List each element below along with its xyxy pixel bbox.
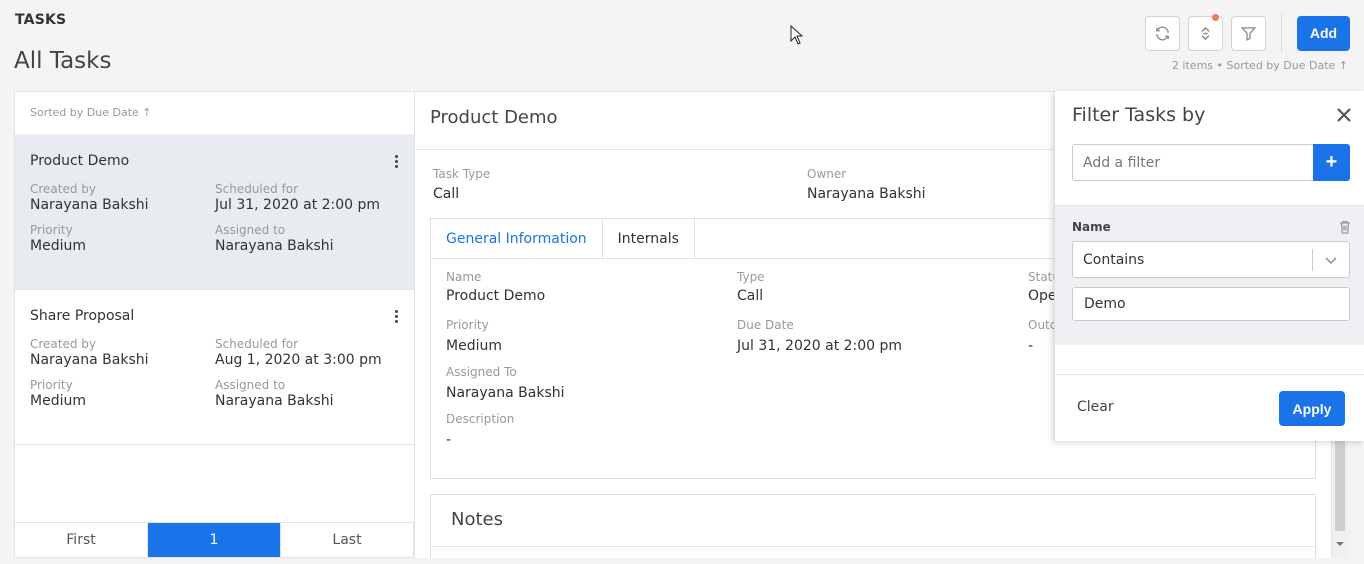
list-sort-label[interactable]: Sorted by Due Date ↑ [15,92,414,135]
notes-section: Notes [430,494,1316,558]
refresh-button[interactable] [1145,15,1180,51]
description-label: Description [446,412,515,426]
close-icon[interactable] [1336,107,1352,123]
scheduled-value: Jul 31, 2020 at 2:00 pm [215,197,381,213]
task-card[interactable]: Share Proposal Created by Narayana Bakshi… [15,290,414,445]
filter-panel-footer: Clear Apply [1055,374,1364,441]
created-by-label: Created by [30,182,97,196]
owner-value: Narayana Bakshi [807,186,926,202]
priority-value: Medium [30,238,86,254]
clear-button[interactable]: Clear [1077,399,1114,415]
add-filter-button[interactable]: + [1313,144,1350,181]
refresh-icon [1156,26,1169,40]
add-filter-group: + [1072,144,1350,181]
filter-rule: Name Contains [1055,205,1364,345]
created-by-value: Narayana Bakshi [30,352,149,368]
notes-title: Notes [431,495,1315,547]
operator-select-value: Contains [1083,251,1145,268]
task-type-label: Task Type [433,167,491,181]
mouse-cursor-icon [790,25,804,45]
add-filter-input[interactable] [1072,144,1313,181]
trash-icon[interactable] [1339,220,1351,234]
task-title: Product Demo [30,153,130,169]
filter-value-input[interactable] [1072,287,1350,321]
task-card[interactable]: Product Demo Created by Narayana Bakshi S… [15,135,414,290]
pager-first-button[interactable]: First [15,523,148,557]
assigned-label: Assigned to [215,378,286,392]
pager-page-1[interactable]: 1 [148,523,281,557]
scheduled-value: Aug 1, 2020 at 3:00 pm [215,352,382,368]
priority-value: Medium [30,393,86,409]
more-options-icon[interactable] [394,155,398,170]
list-meta: 2 items • Sorted by Due Date ↑ [1171,59,1348,72]
owner-label: Owner [807,167,847,181]
pager-last-button[interactable]: Last [281,523,414,557]
type-value: Call [737,288,764,304]
more-options-icon[interactable] [394,310,398,325]
due-date-value: Jul 31, 2020 at 2:00 pm [737,338,903,354]
app-label: TASKS [15,12,67,28]
description-value: - [446,432,452,448]
filter-panel-title: Filter Tasks by [1072,104,1206,126]
operator-select[interactable]: Contains [1072,241,1350,278]
assigned-value: Narayana Bakshi [215,393,334,409]
apply-button[interactable]: Apply [1279,391,1345,426]
task-type-value: Call [433,186,460,202]
priority-value: Medium [446,338,502,354]
tab-general-information[interactable]: General Information [431,219,603,258]
created-by-label: Created by [30,337,97,351]
add-button[interactable]: Add [1297,15,1350,51]
scroll-down-icon[interactable] [1336,542,1344,546]
task-list-panel: Sorted by Due Date ↑ Product Demo Create… [14,91,415,558]
name-label: Name [446,270,482,284]
toolbar: Add [1137,13,1350,53]
scheduled-label: Scheduled for [215,182,299,196]
pagination: First 1 Last [15,522,414,557]
filter-panel: Filter Tasks by + Name Contains Clear Ap… [1054,91,1364,441]
due-date-label: Due Date [737,318,794,332]
page-title: All Tasks [14,48,112,74]
scheduled-label: Scheduled for [215,337,299,351]
name-value: Product Demo [446,288,546,304]
assigned-value: Narayana Bakshi [215,238,334,254]
tab-internals[interactable]: Internals [603,219,695,258]
priority-label: Priority [446,318,489,332]
chevron-down-icon [1313,255,1349,265]
sort-icon [1201,26,1210,40]
sort-button[interactable] [1188,13,1223,51]
assigned-label: Assigned to [215,223,286,237]
assigned-to-label: Assigned To [446,365,517,379]
filter-icon [1240,26,1257,41]
created-by-value: Narayana Bakshi [30,197,149,213]
priority-label: Priority [30,223,73,237]
toolbar-divider [1281,13,1282,53]
assigned-to-value: Narayana Bakshi [446,385,565,401]
plus-icon: + [1325,151,1338,173]
filter-button[interactable] [1231,15,1266,51]
type-label: Type [737,270,765,284]
priority-label: Priority [30,378,73,392]
notification-dot [1212,13,1219,21]
task-title: Share Proposal [30,308,135,324]
filter-rule-field: Name [1072,220,1111,234]
